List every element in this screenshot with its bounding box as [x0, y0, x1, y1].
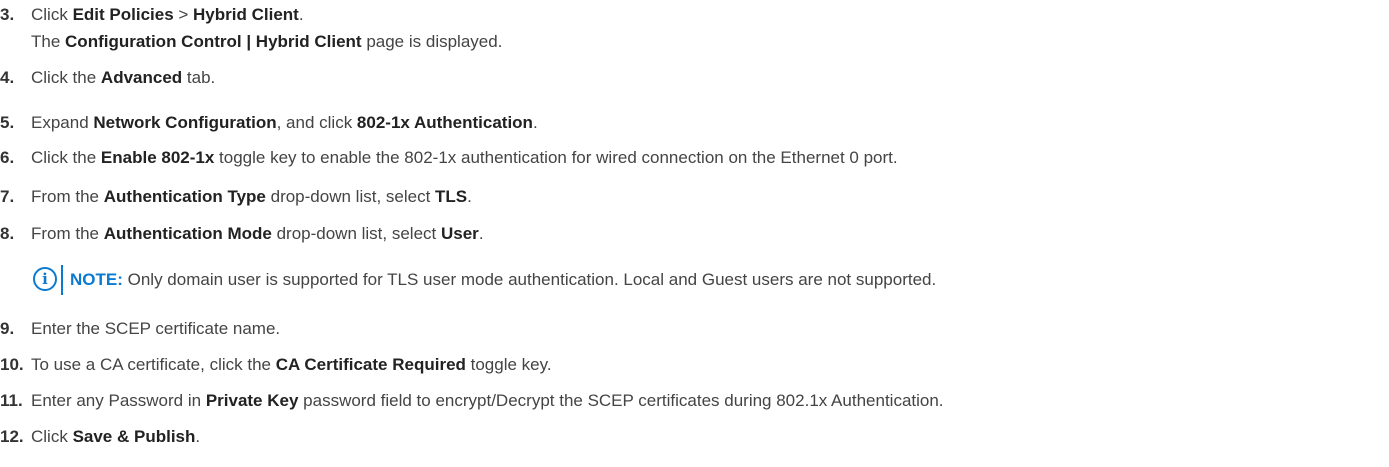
note-divider: [61, 265, 63, 295]
ui-term: Authentication Type: [103, 187, 266, 206]
ui-term: Authentication Mode: [103, 224, 272, 243]
note-text: NOTE: Only domain user is supported for …: [70, 270, 937, 289]
step-3-result: The Configuration Control | Hybrid Clien…: [31, 32, 503, 51]
step-text: From the Authentication Type drop-down l…: [31, 187, 472, 206]
step-number: 5.: [0, 113, 15, 132]
step-number: 6.: [0, 148, 15, 167]
step-number: 3.: [0, 5, 15, 24]
ui-term: User: [441, 224, 479, 243]
step-text: Expand Network Configuration, and click …: [31, 113, 538, 132]
ui-term: Network Configuration: [93, 113, 277, 132]
ui-term: TLS: [435, 187, 468, 206]
ui-term: 802-1x Authentication: [356, 113, 533, 132]
step-text: Click Edit Policies > Hybrid Client.: [31, 5, 304, 24]
step-text: Enter any Password in Private Key passwo…: [31, 391, 944, 410]
step-number: 11.: [0, 391, 23, 410]
step-number: 4.: [0, 68, 15, 87]
step-text: Click the Enable 802-1x toggle key to en…: [31, 148, 898, 167]
step-number: 9.: [0, 319, 15, 338]
ui-term: Save & Publish: [72, 427, 196, 446]
step-text: Click Save & Publish.: [31, 427, 201, 446]
step-number: 8.: [0, 224, 15, 243]
step-number: 12.: [0, 427, 24, 446]
step-text: Enter the SCEP certificate name.: [31, 319, 281, 338]
step-text: Click the Advanced tab.: [31, 68, 216, 87]
ui-term: CA Certificate Required: [275, 355, 466, 374]
ui-term: Private Key: [205, 391, 299, 410]
ui-term: Enable 802-1x: [100, 148, 215, 167]
info-icon: i: [33, 267, 57, 291]
ui-term: Hybrid Client: [193, 5, 299, 24]
step-text: From the Authentication Mode drop-down l…: [31, 224, 484, 243]
ui-term: Advanced: [100, 68, 183, 87]
note-label: NOTE:: [70, 270, 123, 289]
step-number: 7.: [0, 187, 15, 206]
step-text: To use a CA certificate, click the CA Ce…: [31, 355, 552, 374]
step-number: 10.: [0, 355, 24, 374]
ui-term: Configuration Control | Hybrid Client: [65, 32, 362, 51]
ui-term: Edit Policies: [72, 5, 174, 24]
